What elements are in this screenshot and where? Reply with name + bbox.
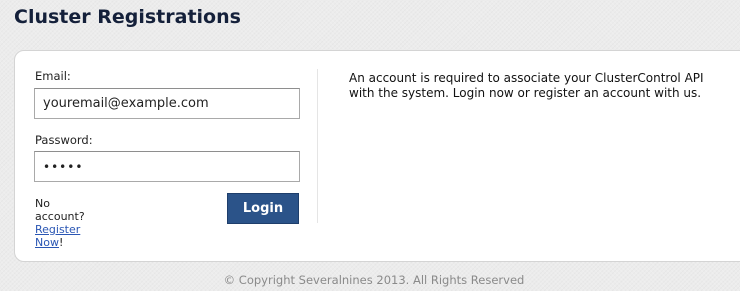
password-field[interactable] — [34, 151, 300, 182]
footer-copyright: © Copyright Severalnines 2013. All Right… — [223, 273, 525, 287]
register-suffix: ! — [58, 236, 64, 249]
no-account-text: No account? — [35, 197, 85, 223]
email-label: Email: — [35, 69, 71, 83]
column-divider — [317, 69, 318, 223]
register-now-link[interactable]: Register Now — [35, 223, 80, 249]
page-title: Cluster Registrations — [14, 6, 241, 28]
password-label: Password: — [35, 133, 93, 147]
register-prompt: No account? Register Now! — [35, 197, 85, 249]
email-field[interactable] — [34, 88, 300, 119]
account-info-text: An account is required to associate your… — [349, 71, 704, 100]
registration-panel: Email: Password: No account? Register No… — [14, 50, 740, 262]
login-button[interactable]: Login — [227, 193, 299, 224]
